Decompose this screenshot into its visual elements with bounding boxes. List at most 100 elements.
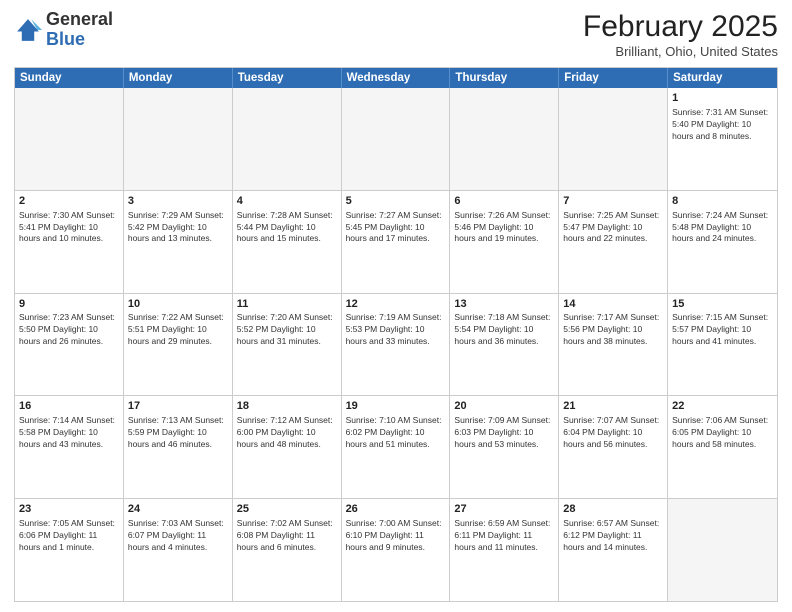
day-number: 13 — [454, 297, 554, 312]
day-info: Sunrise: 7:14 AM Sunset: 5:58 PM Dayligh… — [19, 415, 119, 451]
calendar-cell: 15Sunrise: 7:15 AM Sunset: 5:57 PM Dayli… — [668, 294, 777, 396]
day-number: 27 — [454, 502, 554, 517]
calendar-row: 2Sunrise: 7:30 AM Sunset: 5:41 PM Daylig… — [15, 191, 777, 294]
day-info: Sunrise: 7:17 AM Sunset: 5:56 PM Dayligh… — [563, 312, 663, 348]
calendar-row: 23Sunrise: 7:05 AM Sunset: 6:06 PM Dayli… — [15, 499, 777, 601]
weekday-header: Wednesday — [342, 68, 451, 88]
day-info: Sunrise: 7:05 AM Sunset: 6:06 PM Dayligh… — [19, 518, 119, 554]
calendar-page: General Blue February 2025 Brilliant, Oh… — [0, 0, 792, 612]
day-number: 4 — [237, 194, 337, 209]
day-number: 15 — [672, 297, 773, 312]
day-info: Sunrise: 7:24 AM Sunset: 5:48 PM Dayligh… — [672, 210, 773, 246]
location: Brilliant, Ohio, United States — [583, 44, 778, 59]
calendar-cell: 4Sunrise: 7:28 AM Sunset: 5:44 PM Daylig… — [233, 191, 342, 293]
title-block: February 2025 Brilliant, Ohio, United St… — [583, 10, 778, 59]
day-number: 12 — [346, 297, 446, 312]
calendar-body: 1Sunrise: 7:31 AM Sunset: 5:40 PM Daylig… — [15, 88, 777, 601]
weekday-header: Sunday — [15, 68, 124, 88]
calendar-cell: 10Sunrise: 7:22 AM Sunset: 5:51 PM Dayli… — [124, 294, 233, 396]
calendar-cell — [559, 88, 668, 190]
day-info: Sunrise: 7:12 AM Sunset: 6:00 PM Dayligh… — [237, 415, 337, 451]
weekday-header: Monday — [124, 68, 233, 88]
weekday-header: Saturday — [668, 68, 777, 88]
day-info: Sunrise: 7:31 AM Sunset: 5:40 PM Dayligh… — [672, 107, 773, 143]
calendar-cell: 19Sunrise: 7:10 AM Sunset: 6:02 PM Dayli… — [342, 396, 451, 498]
day-number: 11 — [237, 297, 337, 312]
weekday-header: Tuesday — [233, 68, 342, 88]
day-number: 17 — [128, 399, 228, 414]
day-info: Sunrise: 7:20 AM Sunset: 5:52 PM Dayligh… — [237, 312, 337, 348]
calendar-row: 16Sunrise: 7:14 AM Sunset: 5:58 PM Dayli… — [15, 396, 777, 499]
day-info: Sunrise: 7:22 AM Sunset: 5:51 PM Dayligh… — [128, 312, 228, 348]
header: General Blue February 2025 Brilliant, Oh… — [14, 10, 778, 59]
day-info: Sunrise: 7:09 AM Sunset: 6:03 PM Dayligh… — [454, 415, 554, 451]
calendar-cell: 18Sunrise: 7:12 AM Sunset: 6:00 PM Dayli… — [233, 396, 342, 498]
day-info: Sunrise: 7:29 AM Sunset: 5:42 PM Dayligh… — [128, 210, 228, 246]
day-number: 14 — [563, 297, 663, 312]
calendar-cell: 24Sunrise: 7:03 AM Sunset: 6:07 PM Dayli… — [124, 499, 233, 601]
day-number: 10 — [128, 297, 228, 312]
calendar-cell: 28Sunrise: 6:57 AM Sunset: 6:12 PM Dayli… — [559, 499, 668, 601]
day-info: Sunrise: 7:25 AM Sunset: 5:47 PM Dayligh… — [563, 210, 663, 246]
calendar-row: 9Sunrise: 7:23 AM Sunset: 5:50 PM Daylig… — [15, 294, 777, 397]
calendar-cell: 14Sunrise: 7:17 AM Sunset: 5:56 PM Dayli… — [559, 294, 668, 396]
day-number: 5 — [346, 194, 446, 209]
day-number: 25 — [237, 502, 337, 517]
day-number: 7 — [563, 194, 663, 209]
day-number: 6 — [454, 194, 554, 209]
calendar-cell: 13Sunrise: 7:18 AM Sunset: 5:54 PM Dayli… — [450, 294, 559, 396]
day-number: 24 — [128, 502, 228, 517]
logo-text: General Blue — [46, 10, 113, 50]
calendar-cell: 23Sunrise: 7:05 AM Sunset: 6:06 PM Dayli… — [15, 499, 124, 601]
calendar-cell — [450, 88, 559, 190]
day-number: 26 — [346, 502, 446, 517]
day-number: 20 — [454, 399, 554, 414]
month-title: February 2025 — [583, 10, 778, 44]
day-info: Sunrise: 7:23 AM Sunset: 5:50 PM Dayligh… — [19, 312, 119, 348]
logo: General Blue — [14, 10, 113, 50]
calendar-cell: 9Sunrise: 7:23 AM Sunset: 5:50 PM Daylig… — [15, 294, 124, 396]
day-number: 21 — [563, 399, 663, 414]
logo-icon — [14, 16, 42, 44]
day-info: Sunrise: 7:15 AM Sunset: 5:57 PM Dayligh… — [672, 312, 773, 348]
calendar-cell: 12Sunrise: 7:19 AM Sunset: 5:53 PM Dayli… — [342, 294, 451, 396]
day-number: 9 — [19, 297, 119, 312]
calendar-cell — [15, 88, 124, 190]
calendar-cell: 20Sunrise: 7:09 AM Sunset: 6:03 PM Dayli… — [450, 396, 559, 498]
day-info: Sunrise: 7:13 AM Sunset: 5:59 PM Dayligh… — [128, 415, 228, 451]
calendar-cell: 25Sunrise: 7:02 AM Sunset: 6:08 PM Dayli… — [233, 499, 342, 601]
logo-blue: Blue — [46, 29, 85, 49]
day-number: 2 — [19, 194, 119, 209]
day-info: Sunrise: 7:03 AM Sunset: 6:07 PM Dayligh… — [128, 518, 228, 554]
day-number: 8 — [672, 194, 773, 209]
calendar-cell — [124, 88, 233, 190]
calendar-cell: 26Sunrise: 7:00 AM Sunset: 6:10 PM Dayli… — [342, 499, 451, 601]
calendar-cell: 21Sunrise: 7:07 AM Sunset: 6:04 PM Dayli… — [559, 396, 668, 498]
weekday-header: Thursday — [450, 68, 559, 88]
calendar: SundayMondayTuesdayWednesdayThursdayFrid… — [14, 67, 778, 602]
day-info: Sunrise: 7:19 AM Sunset: 5:53 PM Dayligh… — [346, 312, 446, 348]
day-info: Sunrise: 7:30 AM Sunset: 5:41 PM Dayligh… — [19, 210, 119, 246]
calendar-row: 1Sunrise: 7:31 AM Sunset: 5:40 PM Daylig… — [15, 88, 777, 191]
day-info: Sunrise: 7:26 AM Sunset: 5:46 PM Dayligh… — [454, 210, 554, 246]
weekday-header: Friday — [559, 68, 668, 88]
day-info: Sunrise: 7:06 AM Sunset: 6:05 PM Dayligh… — [672, 415, 773, 451]
calendar-cell: 17Sunrise: 7:13 AM Sunset: 5:59 PM Dayli… — [124, 396, 233, 498]
day-number: 22 — [672, 399, 773, 414]
calendar-cell — [668, 499, 777, 601]
day-info: Sunrise: 7:07 AM Sunset: 6:04 PM Dayligh… — [563, 415, 663, 451]
day-number: 19 — [346, 399, 446, 414]
day-info: Sunrise: 7:10 AM Sunset: 6:02 PM Dayligh… — [346, 415, 446, 451]
calendar-cell: 7Sunrise: 7:25 AM Sunset: 5:47 PM Daylig… — [559, 191, 668, 293]
day-number: 23 — [19, 502, 119, 517]
day-info: Sunrise: 7:18 AM Sunset: 5:54 PM Dayligh… — [454, 312, 554, 348]
calendar-cell: 3Sunrise: 7:29 AM Sunset: 5:42 PM Daylig… — [124, 191, 233, 293]
day-info: Sunrise: 7:27 AM Sunset: 5:45 PM Dayligh… — [346, 210, 446, 246]
day-info: Sunrise: 6:57 AM Sunset: 6:12 PM Dayligh… — [563, 518, 663, 554]
calendar-cell: 6Sunrise: 7:26 AM Sunset: 5:46 PM Daylig… — [450, 191, 559, 293]
day-number: 16 — [19, 399, 119, 414]
day-info: Sunrise: 7:02 AM Sunset: 6:08 PM Dayligh… — [237, 518, 337, 554]
calendar-cell: 8Sunrise: 7:24 AM Sunset: 5:48 PM Daylig… — [668, 191, 777, 293]
calendar-cell: 27Sunrise: 6:59 AM Sunset: 6:11 PM Dayli… — [450, 499, 559, 601]
calendar-cell — [233, 88, 342, 190]
